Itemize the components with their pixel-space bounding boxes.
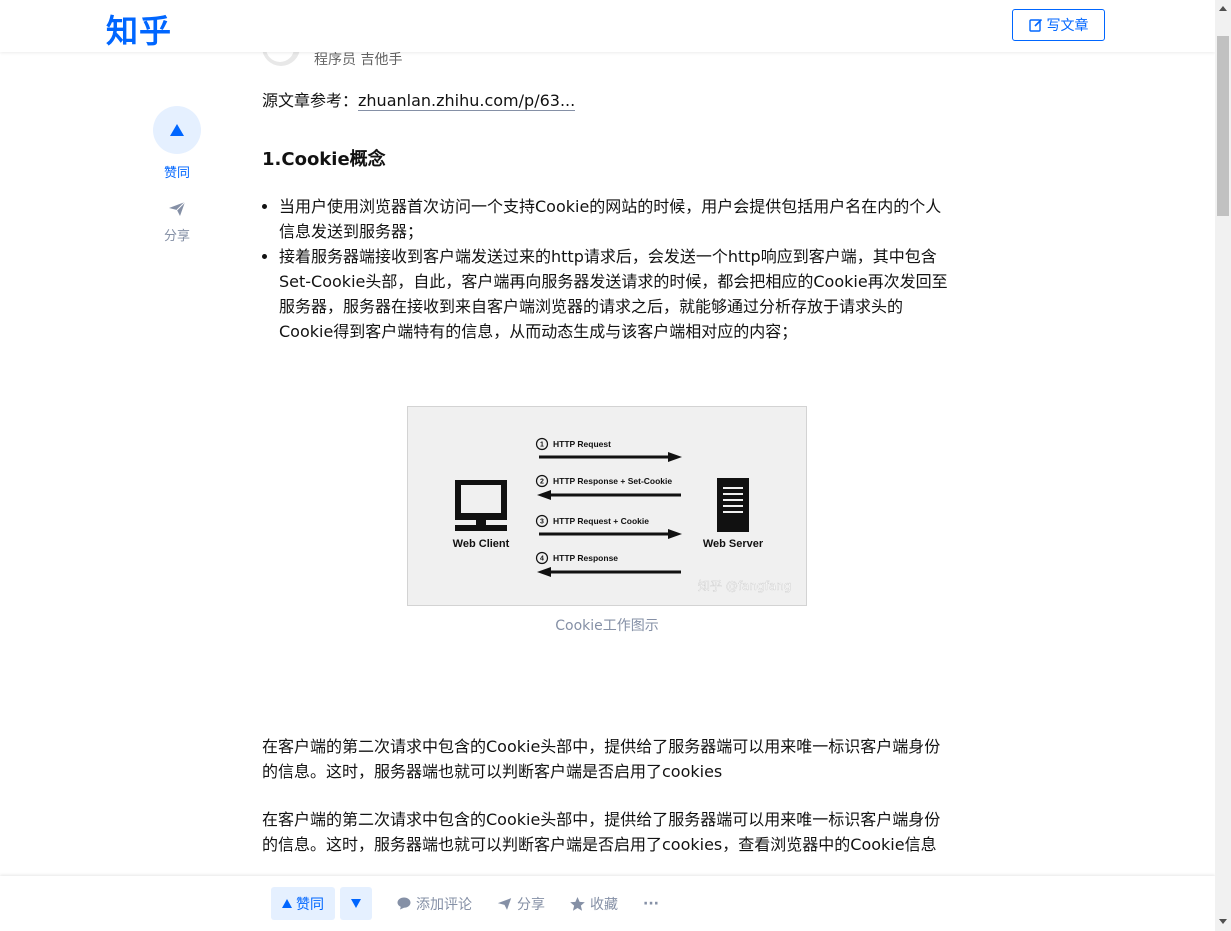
paper-plane-icon bbox=[169, 201, 186, 216]
bottom-action-bar: 赞同 添加评论 分享 收藏 ··· bbox=[0, 876, 1215, 931]
upvote-label: 赞同 bbox=[296, 896, 324, 913]
reference-prefix: 源文章参考： bbox=[262, 91, 359, 110]
scroll-down-arrow-icon[interactable] bbox=[1219, 919, 1227, 924]
side-upvote-button[interactable] bbox=[153, 106, 201, 154]
side-share-button[interactable]: 分享 bbox=[152, 201, 202, 244]
scroll-up-arrow-icon[interactable] bbox=[1219, 6, 1227, 11]
collect-button[interactable]: 收藏 bbox=[570, 887, 618, 920]
server-icon bbox=[717, 478, 749, 532]
bullet-list: 当用户使用浏览器首次访问一个支持Cookie的网站的时候，用户会提供包括用户名在… bbox=[262, 194, 952, 344]
scrollbar-thumb[interactable] bbox=[1217, 36, 1229, 216]
list-item: 当用户使用浏览器首次访问一个支持Cookie的网站的时候，用户会提供包括用户名在… bbox=[279, 194, 952, 244]
cookie-diagram-image[interactable]: 1 2 3 4 HTTP Request HTTP Response + Set… bbox=[407, 406, 807, 606]
cookie-flow-svg: 1 2 3 4 HTTP Request HTTP Response + Set… bbox=[453, 437, 792, 593]
share-button[interactable]: 分享 bbox=[497, 887, 545, 920]
share-label: 分享 bbox=[517, 896, 545, 913]
step-4-label: HTTP Response bbox=[553, 553, 618, 563]
paragraph: 在客户端的第二次请求中包含的Cookie头部中，提供给了服务器端可以用来唯一标识… bbox=[262, 810, 941, 854]
zhihu-logo[interactable]: 知乎 bbox=[106, 6, 172, 52]
upvote-button[interactable]: 赞同 bbox=[271, 887, 335, 920]
reference-link[interactable]: zhuanlan.zhihu.com/p/63... bbox=[358, 91, 576, 111]
article-body: 源文章参考：zhuanlan.zhihu.com/p/63... 1.Cooki… bbox=[262, 88, 952, 857]
paper-plane-icon bbox=[497, 897, 512, 910]
server-label: Web Server bbox=[703, 538, 764, 550]
write-article-button[interactable]: 写文章 bbox=[1012, 9, 1105, 41]
star-icon bbox=[570, 896, 585, 911]
client-label: Web Client bbox=[453, 538, 510, 550]
write-article-label: 写文章 bbox=[1046, 18, 1089, 34]
reference-line: 源文章参考：zhuanlan.zhihu.com/p/63... bbox=[262, 88, 952, 113]
step-1-label: HTTP Request bbox=[553, 439, 611, 449]
step-2-label: HTTP Response + Set-Cookie bbox=[553, 476, 672, 486]
edit-icon bbox=[1028, 18, 1042, 32]
comment-label: 添加评论 bbox=[416, 896, 472, 913]
figure: 1 2 3 4 HTTP Request HTTP Response + Set… bbox=[262, 406, 952, 636]
step-3-label: HTTP Request + Cookie bbox=[553, 516, 649, 526]
more-button[interactable]: ··· bbox=[643, 887, 659, 920]
side-actions: 赞同 分享 bbox=[152, 106, 202, 244]
top-header: 知乎 写文章 bbox=[0, 0, 1215, 52]
side-share-label: 分享 bbox=[163, 229, 190, 244]
comment-button[interactable]: 添加评论 bbox=[397, 887, 472, 920]
author-headline: 程序员 吉他手 bbox=[314, 52, 403, 68]
paragraph: 在客户端的第二次请求中包含的Cookie头部中，提供给了服务器端可以用来唯一标识… bbox=[262, 737, 941, 781]
comment-icon bbox=[397, 897, 411, 910]
monitor-icon bbox=[455, 480, 507, 531]
step-3-number: 3 bbox=[540, 519, 544, 526]
upvote-triangle-icon bbox=[282, 899, 292, 908]
collect-label: 收藏 bbox=[590, 896, 618, 913]
side-upvote-label: 赞同 bbox=[163, 166, 190, 181]
list-item: 接着服务器端接收到客户端发送过来的http请求后，会发送一个http响应到客户端… bbox=[279, 244, 952, 344]
downvote-triangle-icon bbox=[351, 899, 361, 908]
section-heading: 1.Cookie概念 bbox=[262, 149, 386, 170]
step-4-number: 4 bbox=[540, 556, 544, 563]
upvote-triangle-icon bbox=[170, 124, 184, 136]
step-2-number: 2 bbox=[540, 479, 544, 486]
watermark-text: 知乎 @fangfang bbox=[698, 579, 791, 593]
figure-caption: Cookie工作图示 bbox=[555, 618, 659, 634]
downvote-button[interactable] bbox=[340, 887, 372, 920]
step-1-number: 1 bbox=[540, 442, 544, 449]
